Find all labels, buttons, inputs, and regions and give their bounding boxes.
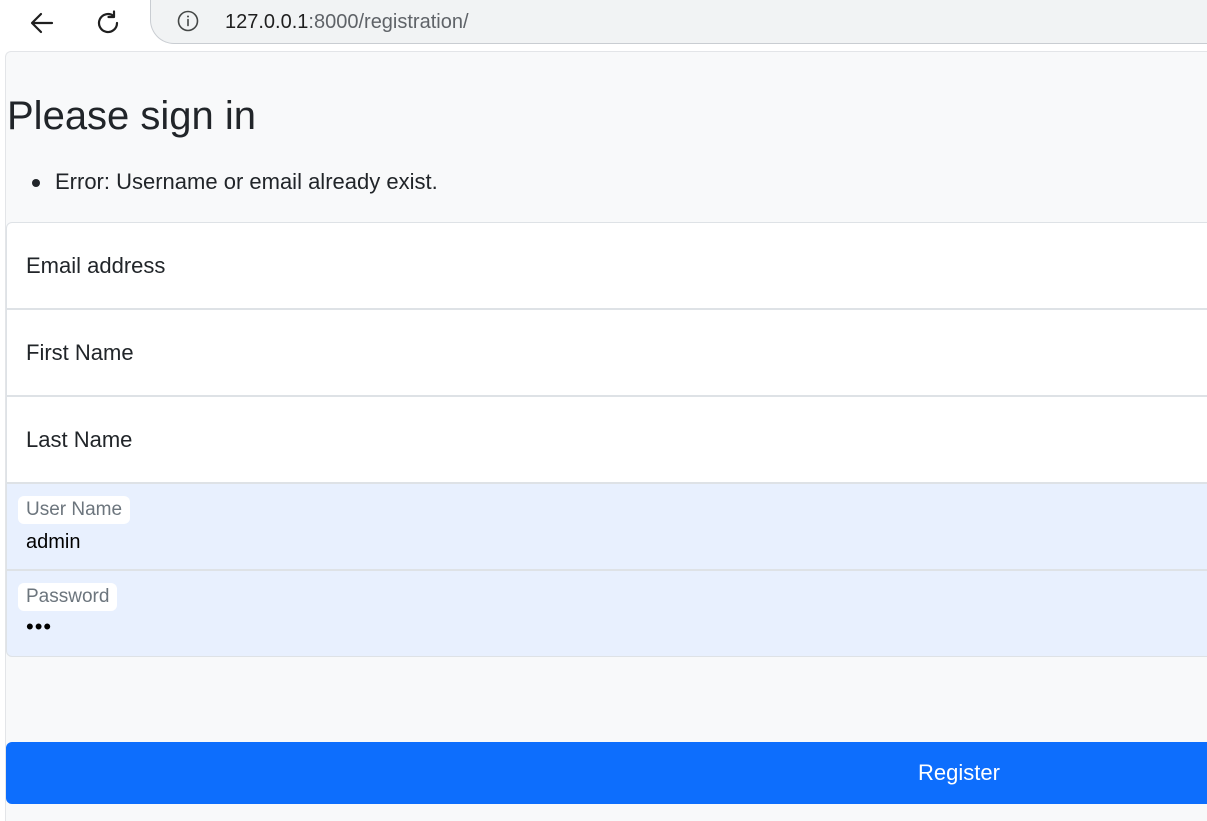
- address-bar[interactable]: 127.0.0.1:8000/registration/: [150, 0, 1207, 44]
- error-message: Error: Username or email already exist.: [32, 166, 438, 198]
- register-button-label: Register: [918, 760, 1000, 785]
- url-path: :8000/registration/: [308, 11, 469, 33]
- email-field[interactable]: Email address: [6, 222, 1207, 309]
- error-list: Error: Username or email already exist.: [32, 166, 438, 198]
- register-button[interactable]: Register: [6, 742, 1207, 804]
- reload-button[interactable]: [91, 6, 125, 40]
- username-field[interactable]: User Name admin: [6, 483, 1207, 570]
- page-content: Please sign in Error: Username or email …: [5, 51, 1207, 821]
- last-name-field[interactable]: Last Name: [6, 396, 1207, 483]
- last-name-placeholder: Last Name: [26, 427, 133, 452]
- first-name-field[interactable]: First Name: [6, 309, 1207, 396]
- back-button[interactable]: [25, 6, 59, 40]
- browser-toolbar: 127.0.0.1:8000/registration/: [0, 0, 1207, 50]
- password-field[interactable]: Password •••: [6, 570, 1207, 657]
- page-title: Please sign in: [7, 94, 257, 138]
- username-value: admin: [26, 531, 81, 553]
- email-placeholder: Email address: [26, 253, 166, 278]
- arrow-left-icon: [30, 12, 54, 34]
- password-value: •••: [26, 614, 53, 639]
- password-label: Password: [18, 583, 118, 611]
- url-host: 127.0.0.1: [225, 11, 309, 33]
- info-icon[interactable]: [177, 10, 199, 32]
- username-label: User Name: [18, 496, 131, 524]
- reload-icon: [97, 10, 119, 34]
- first-name-placeholder: First Name: [26, 340, 134, 365]
- url-text[interactable]: 127.0.0.1:8000/registration/: [225, 10, 469, 34]
